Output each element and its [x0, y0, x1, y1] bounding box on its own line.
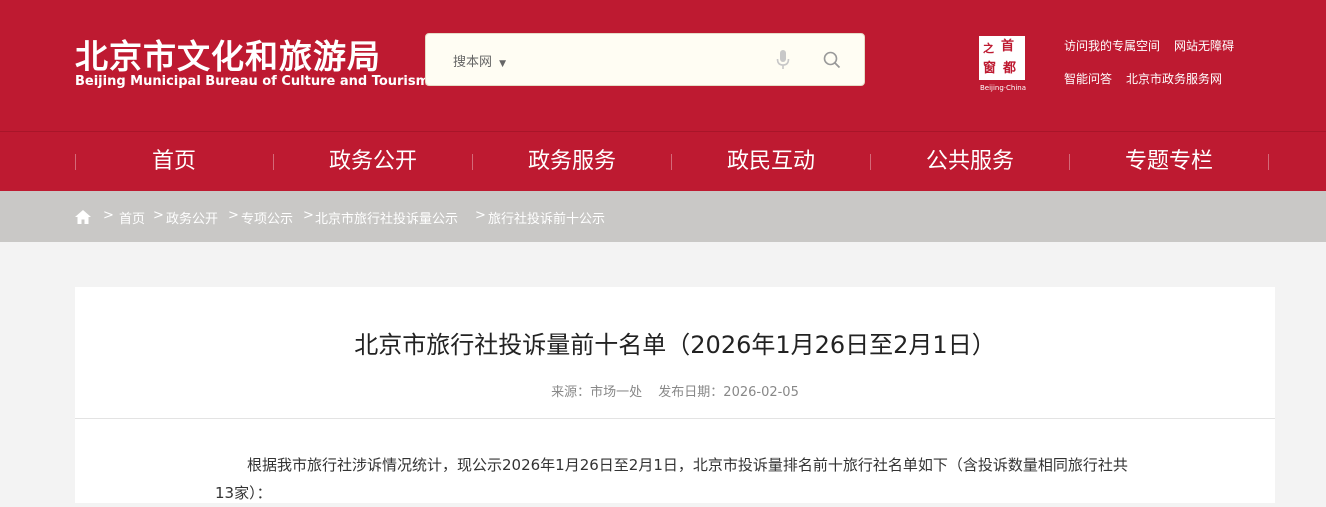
nav-item-public-services[interactable]: 公共服务: [871, 132, 1069, 191]
breadcrumb: > 首页 > 政务公开 > 专项公示 > 北京市旅行社投诉量公示 > 旅行社投诉…: [0, 191, 1326, 242]
home-icon[interactable]: [75, 209, 91, 228]
article-body: 根据我市旅行社涉诉情况统计，现公示2026年1月26日至2月1日，北京市投诉量排…: [215, 456, 1128, 502]
site-header: 北京市文化和旅游局 Beijing Municipal Bureau of Cu…: [0, 0, 1326, 131]
smart-qa-link[interactable]: 智能问答: [1064, 70, 1112, 87]
emblem-char: 都: [1003, 61, 1017, 76]
breadcrumb-separator: >: [228, 208, 239, 223]
search-input[interactable]: [526, 46, 760, 76]
breadcrumb-item-special-notices[interactable]: 专项公示: [241, 208, 293, 227]
nav-item-gov-affairs[interactable]: 政务公开: [274, 132, 472, 191]
article-source: 来源：市场一处: [551, 385, 643, 400]
emblem-caption: Beijing·China: [979, 84, 1027, 92]
breadcrumb-separator: >: [303, 208, 314, 223]
breadcrumb-item-complaint-notices[interactable]: 北京市旅行社投诉量公示: [315, 208, 458, 227]
breadcrumb-item-current[interactable]: 旅行社投诉前十公示: [488, 208, 605, 227]
divider: [75, 418, 1275, 419]
emblem-char: 窗: [983, 61, 997, 76]
breadcrumb-item-home[interactable]: 首页: [119, 208, 145, 227]
accessibility-link[interactable]: 网站无障碍: [1174, 37, 1234, 54]
microphone-icon[interactable]: [776, 50, 790, 74]
nav-item-home[interactable]: 首页: [75, 132, 273, 191]
article-meta: 来源：市场一处 发布日期：2026-02-05: [75, 381, 1275, 400]
breadcrumb-separator: >: [103, 208, 114, 223]
site-logo-title[interactable]: 北京市文化和旅游局: [75, 30, 381, 78]
breadcrumb-separator: >: [153, 208, 164, 223]
article-panel: 北京市旅行社投诉量前十名单（2026年1月26日至2月1日） 来源：市场一处 发…: [75, 287, 1275, 503]
breadcrumb-item-gov-affairs[interactable]: 政务公开: [166, 208, 218, 227]
nav-item-gov-services[interactable]: 政务服务: [473, 132, 671, 191]
search-scope-label: 搜本网: [453, 55, 493, 70]
emblem-seal: 之 首 窗 都: [977, 34, 1027, 82]
capital-window-emblem[interactable]: 之 首 窗 都 Beijing·China: [975, 34, 1031, 92]
nav-item-interaction[interactable]: 政民互动: [672, 132, 870, 191]
emblem-char: 首: [1001, 39, 1015, 54]
article-title: 北京市旅行社投诉量前十名单（2026年1月26日至2月1日）: [354, 331, 996, 359]
article-date: 发布日期：2026-02-05: [658, 385, 799, 400]
chevron-down-icon: ▼: [499, 59, 507, 69]
breadcrumb-separator: >: [475, 208, 486, 223]
main-nav: 首页 政务公开 政务服务 政民互动 公共服务 专题专栏: [0, 131, 1326, 191]
gov-service-link[interactable]: 北京市政务服务网: [1126, 70, 1222, 87]
search-bar: 搜本网 ▼: [425, 33, 865, 86]
emblem-char: 之: [983, 42, 994, 55]
nav-divider: [1268, 154, 1269, 170]
search-scope-dropdown[interactable]: 搜本网 ▼: [453, 51, 506, 70]
search-icon[interactable]: [823, 51, 841, 73]
site-logo-subtitle[interactable]: Beijing Municipal Bureau of Culture and …: [75, 74, 429, 89]
nav-item-special-topics[interactable]: 专题专栏: [1070, 132, 1268, 191]
special-space-link[interactable]: 访问我的专属空间: [1064, 37, 1160, 54]
